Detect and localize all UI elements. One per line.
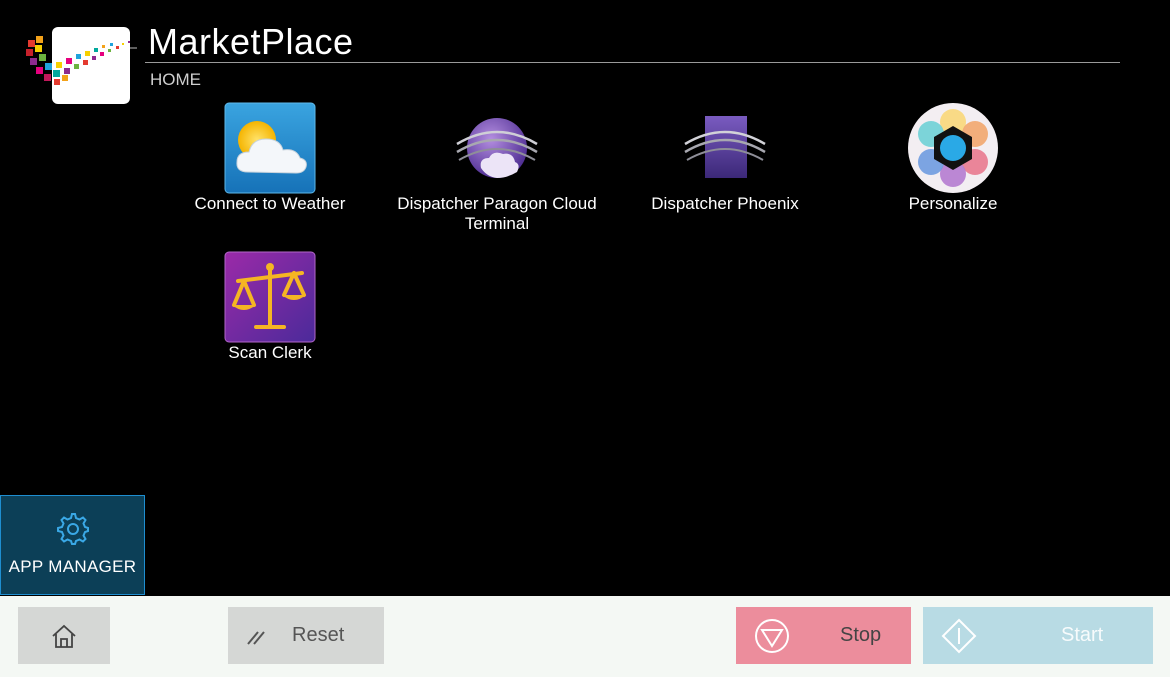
app-label: Personalize xyxy=(908,194,998,213)
weather-cloud-sun-icon xyxy=(224,102,316,194)
gear-icon xyxy=(56,513,89,545)
stop-icon xyxy=(755,618,789,653)
bottom-bar: Reset Stop Start xyxy=(0,596,1170,677)
title-divider xyxy=(145,62,1120,63)
page-title: MarketPlace xyxy=(148,21,354,62)
logo-mosaic-icon xyxy=(26,36,137,85)
stop-label: Stop xyxy=(840,624,882,646)
breadcrumb: HOME xyxy=(150,70,201,89)
dispatcher-phoenix-icon xyxy=(684,116,766,178)
app-label: Dispatcher Phoenix xyxy=(651,194,799,213)
app-dispatcher-phoenix[interactable]: Dispatcher Phoenix xyxy=(610,102,840,214)
app-label: Connect to Weather xyxy=(194,194,346,213)
app-label: Dispatcher Paragon Cloud Terminal xyxy=(397,194,597,233)
app-manager-button[interactable]: APP MANAGER xyxy=(0,495,145,595)
personalize-color-wheel-icon xyxy=(908,103,998,193)
app-scan-clerk[interactable]: Scan Clerk xyxy=(155,251,385,363)
app-connect-to-weather[interactable]: Connect to Weather xyxy=(155,102,385,214)
scan-clerk-scales-icon xyxy=(224,251,316,343)
app-personalize[interactable]: Personalize xyxy=(838,102,1068,214)
reset-button[interactable]: Reset xyxy=(228,607,384,664)
dispatcher-paragon-globe-icon xyxy=(456,118,538,178)
home-icon xyxy=(52,624,76,648)
home-button[interactable] xyxy=(18,607,110,664)
stop-button[interactable]: Stop xyxy=(736,607,911,664)
app-label: Scan Clerk xyxy=(228,343,312,362)
reset-slash-icon xyxy=(247,630,265,645)
app-manager-label: APP MANAGER xyxy=(8,557,137,576)
reset-label: Reset xyxy=(292,624,345,646)
start-button[interactable]: Start xyxy=(923,607,1153,664)
start-label: Start xyxy=(1061,624,1104,646)
start-icon xyxy=(941,618,977,653)
app-dispatcher-paragon-cloud-terminal[interactable]: Dispatcher Paragon Cloud Terminal xyxy=(382,102,612,234)
